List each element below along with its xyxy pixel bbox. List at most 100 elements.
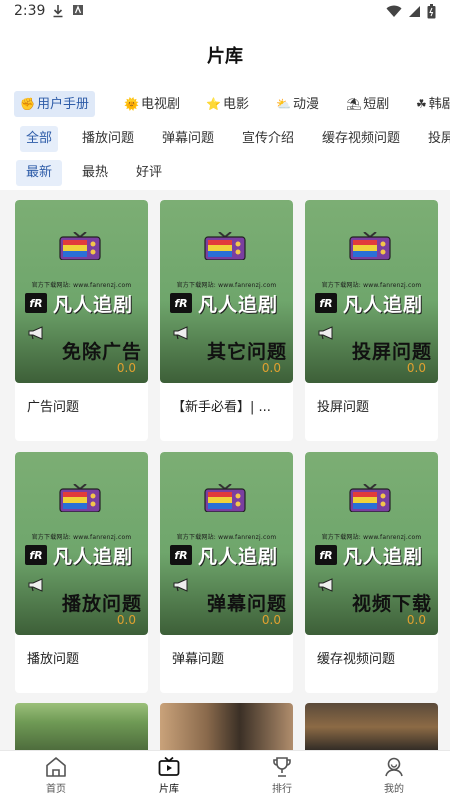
tab-home-label: 首页 (46, 784, 66, 795)
video-card[interactable]: 官方下载网站: www.fanrenzj.com fR 凡人追剧 免除广告 0.0 广告问… (15, 200, 148, 441)
tab-label: 电视剧 (140, 97, 180, 112)
brand-logo: fR (170, 545, 192, 565)
tab-label: 电影 (222, 97, 249, 112)
tab-profile-label: 我的 (384, 784, 404, 795)
poster-image[interactable]: 官方下载网站: www.fanrenzj.com fR 凡人追剧 免除广告 0.0 (15, 200, 148, 383)
card-title: 【新手必看】| ... (172, 400, 271, 415)
brand-name: 凡人追剧 (53, 293, 134, 316)
megaphone-icon (318, 326, 333, 340)
tab-movies[interactable]: ⭐ 电影 (200, 91, 255, 117)
sub-promo[interactable]: 宣传介绍 (236, 126, 300, 152)
tab-short-drama[interactable]: ⛱ 短剧 (340, 91, 395, 117)
brand-name: 凡人追剧 (343, 293, 424, 316)
tab-library-label: 片库 (159, 784, 179, 795)
poster-image[interactable]: 官方下载网站: www.fanrenzj.com fR 凡人追剧投屏问题 0.0 (305, 200, 438, 383)
brand-name: 凡人追剧 (343, 545, 424, 568)
sub-danmaku[interactable]: 弹幕问题 (156, 126, 220, 152)
wifi-icon (386, 5, 402, 17)
tv-logo-icon (204, 484, 246, 512)
megaphone-icon (173, 326, 188, 340)
card-title: 广告问题 (27, 400, 80, 415)
megaphone-icon (28, 326, 43, 340)
tab-label: 用户手册 (36, 97, 89, 112)
megaphone-icon (318, 578, 333, 592)
brand-name: 凡人追剧 (53, 545, 134, 568)
clover-icon: ☘ (416, 97, 427, 111)
category-tabs: ✊ 用户手册 🌞 电视剧 ⭐ 电影 ⛅ 动漫 ⛱ 短剧 ☘ 韩剧 (0, 91, 450, 119)
sub-all[interactable]: 全部 (20, 126, 59, 152)
trophy-icon (273, 757, 291, 777)
poster-site-text: 官方下载网站: www.fanrenzj.com (31, 534, 132, 541)
tab-ranking-label: 排行 (272, 784, 292, 795)
poster-brand: fR 凡人追剧 (170, 542, 290, 568)
tab-profile[interactable]: 我的 (364, 755, 424, 799)
brand-logo: fR (25, 293, 47, 313)
poster-brand: fR 凡人追剧 (25, 542, 145, 568)
video-card[interactable]: 官方下载网站: www.fanrenzj.com fR 凡人追剧 弹幕问题 0.0 弹幕问… (160, 452, 293, 693)
poster-image[interactable]: 官方下载网站: www.fanrenzj.com fR 凡人追剧 弹幕问题 0.0 (160, 452, 293, 635)
card-title: 缓存视频问题 (317, 652, 396, 667)
cloud-sun-icon: ⛅ (276, 97, 291, 111)
poster-site-text: 官方下载网站: www.fanrenzj.com (321, 534, 422, 541)
subcategory-tabs: 全部 播放问题 弹幕问题 宣传介绍 缓存视频问题 投屏 (0, 126, 450, 152)
poster-site-text: 官方下载网站: www.fanrenzj.com (176, 282, 277, 289)
poster-brand: fR 凡人追剧 (315, 542, 435, 568)
star-icon: ⭐ (206, 97, 221, 111)
video-card[interactable]: 官方下载网站: www.fanrenzj.com fR 凡人追剧 视频下载 0.0 缓存视… (305, 452, 438, 693)
poster-title: 其它问题 (206, 341, 287, 363)
sub-playback[interactable]: 播放问题 (76, 126, 140, 152)
tv-logo-icon (349, 232, 391, 260)
poster-title: 免除广告 (61, 341, 142, 363)
tv-logo-icon (349, 484, 391, 512)
tab-user-manual[interactable]: ✊ 用户手册 (14, 91, 95, 117)
video-card[interactable]: 官方下载网站: www.fanrenzj.com fR 凡人追剧播放问题 0.0 播放问… (15, 452, 148, 693)
poster-image[interactable]: 官方下载网站: www.fanrenzj.com fR 凡人追剧 视频下载 0.0 (305, 452, 438, 635)
poster-title: 播放问题 (61, 593, 142, 615)
fist-icon: ✊ (20, 97, 35, 111)
poster-site-text: 官方下载网站: www.fanrenzj.com (321, 282, 422, 289)
tab-korean-drama[interactable]: ☘ 韩剧 (410, 91, 450, 117)
tv-logo-icon (59, 232, 101, 260)
sub-cache-video[interactable]: 缓存视频问题 (316, 126, 406, 152)
tab-library[interactable]: 片库 (139, 755, 199, 799)
battery-icon (427, 4, 436, 19)
tab-home[interactable]: 首页 (26, 755, 86, 799)
tab-label: 动漫 (292, 97, 319, 112)
tab-anime[interactable]: ⛅ 动漫 (270, 91, 325, 117)
video-card-thumbnail[interactable] (15, 703, 148, 750)
poster-image[interactable]: 官方下载网站: www.fanrenzj.com fR 凡人追剧 其它问题 0.0 (160, 200, 293, 383)
brand-logo: fR (315, 293, 337, 313)
rating-score: 0.0 (406, 361, 426, 375)
sub-cast[interactable]: 投屏 (422, 126, 450, 152)
poster-brand: fR 凡人追剧 (25, 290, 145, 316)
sort-hottest[interactable]: 最热 (72, 160, 118, 186)
card-title: 弹幕问题 (172, 652, 225, 667)
sort-top-rated[interactable]: 好评 (126, 160, 172, 186)
poster-image[interactable]: 官方下载网站: www.fanrenzj.com fR 凡人追剧播放问题 0.0 (15, 452, 148, 635)
tv-logo-icon (204, 232, 246, 260)
page-header: 片库 (0, 24, 450, 80)
download-icon (53, 5, 63, 18)
sun-icon: 🌞 (124, 97, 139, 111)
video-card[interactable]: 官方下载网站: www.fanrenzj.com fR 凡人追剧 投屏问题 0.0 投屏问… (305, 200, 438, 441)
rating-score: 0.0 (116, 613, 136, 627)
brand-logo: fR (170, 293, 192, 313)
poster-title: 视频下载 (351, 593, 432, 615)
sort-latest[interactable]: 最新 (16, 160, 63, 186)
poster-title: 投屏问题 (351, 341, 432, 363)
profile-icon (385, 757, 403, 777)
brand-logo: fR (315, 545, 337, 565)
umbrella-icon: ⛱ (346, 97, 362, 111)
poster-brand: fR 凡人追剧 (315, 290, 435, 316)
video-card-thumbnail[interactable] (160, 703, 293, 750)
tab-tv-series[interactable]: 🌞 电视剧 (118, 91, 186, 117)
video-card-thumbnail[interactable] (305, 703, 438, 750)
tab-ranking[interactable]: 排行 (252, 755, 312, 799)
rating-score: 0.0 (116, 361, 136, 375)
card-title: 投屏问题 (317, 400, 370, 415)
megaphone-icon (28, 578, 43, 592)
poster-site-text: 官方下载网站: www.fanrenzj.com (176, 534, 277, 541)
video-card[interactable]: 官方下载网站: www.fanrenzj.com fR 凡人追剧 其它问题 0.0 【新手… (160, 200, 293, 441)
poster-brand: fR 凡人追剧 (170, 290, 290, 316)
tab-label: 短剧 (363, 97, 390, 112)
